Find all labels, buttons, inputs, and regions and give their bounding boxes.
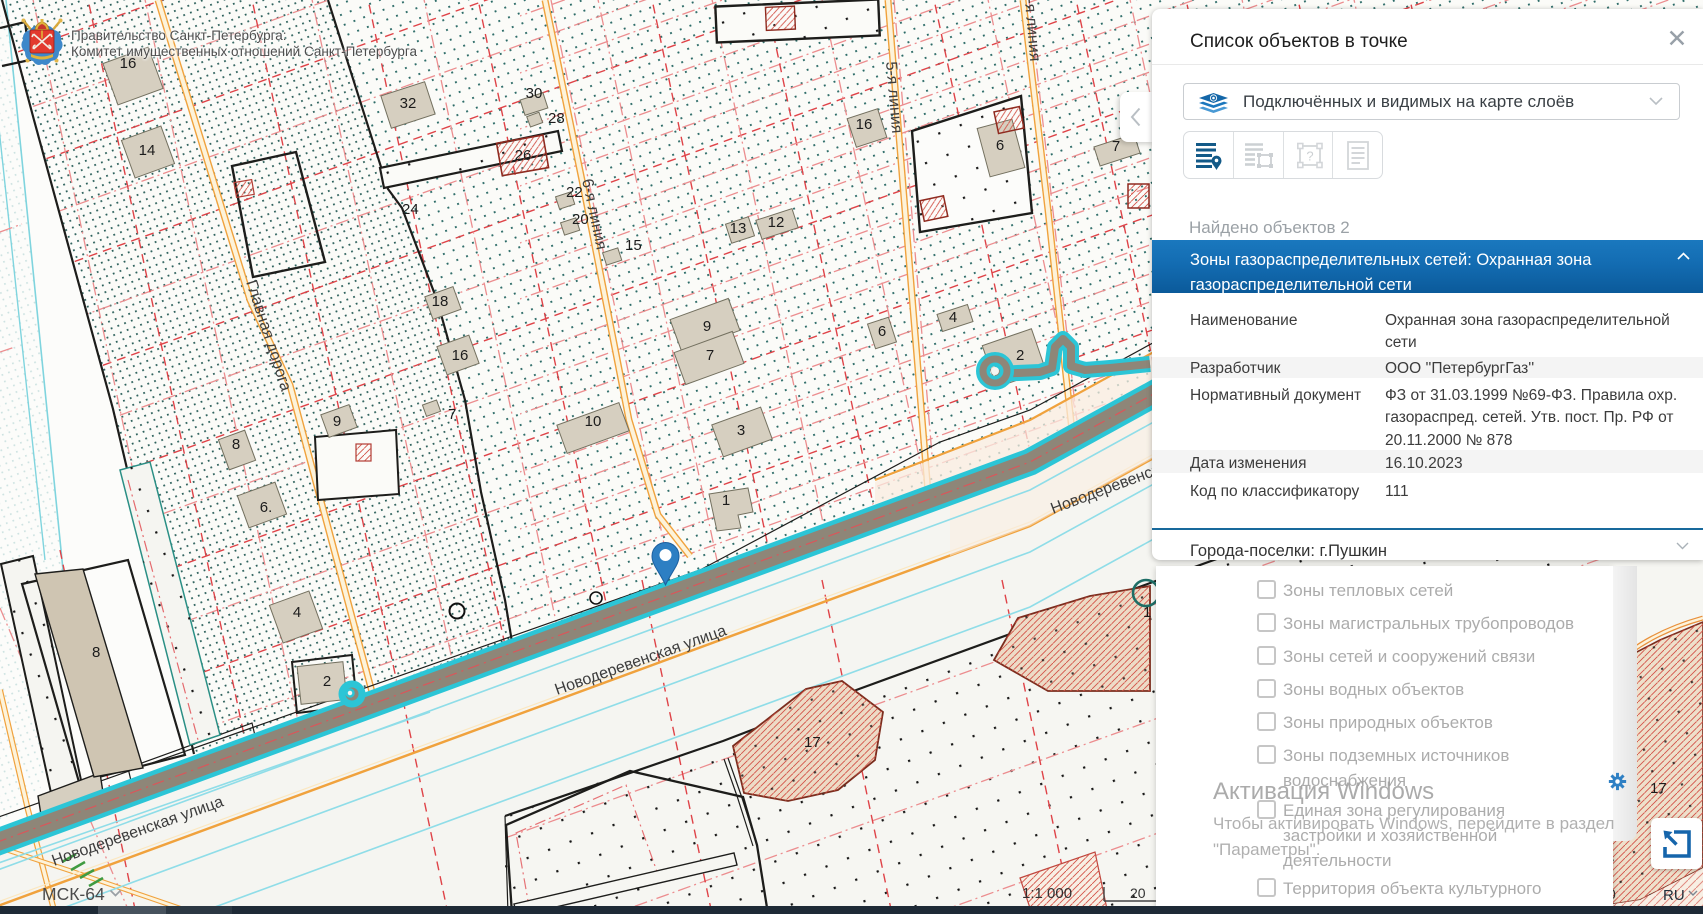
svg-text:16: 16 xyxy=(452,347,469,364)
svg-text:2: 2 xyxy=(1016,347,1024,364)
svg-text:6.: 6. xyxy=(260,499,273,516)
svg-text:30: 30 xyxy=(526,85,543,102)
svg-text:?: ? xyxy=(1306,149,1313,164)
svg-text:14: 14 xyxy=(139,142,156,159)
svg-text:6: 6 xyxy=(878,323,886,340)
svg-text:4: 4 xyxy=(949,309,957,326)
svg-text:32: 32 xyxy=(400,95,417,112)
svg-text:7: 7 xyxy=(448,406,456,423)
svg-text:15: 15 xyxy=(625,237,642,254)
svg-text:24: 24 xyxy=(402,201,419,218)
svg-text:9: 9 xyxy=(703,318,711,335)
svg-text:17: 17 xyxy=(1650,780,1667,797)
svg-text:4: 4 xyxy=(293,604,301,621)
svg-text:3: 3 xyxy=(737,422,745,439)
svg-text:1: 1 xyxy=(1143,604,1151,621)
svg-text:18: 18 xyxy=(432,293,449,310)
svg-text:16: 16 xyxy=(856,116,873,133)
svg-text:13: 13 xyxy=(730,220,747,237)
svg-text:28: 28 xyxy=(548,110,565,127)
svg-text:6: 6 xyxy=(996,137,1004,154)
svg-text:8: 8 xyxy=(92,644,100,661)
svg-text:12: 12 xyxy=(768,214,785,231)
svg-text:8: 8 xyxy=(232,436,240,453)
svg-text:7: 7 xyxy=(706,347,714,364)
svg-text:10: 10 xyxy=(585,413,602,430)
svg-text:7: 7 xyxy=(1112,138,1120,155)
svg-text:2: 2 xyxy=(323,673,331,690)
svg-text:17: 17 xyxy=(804,734,821,751)
svg-text:1: 1 xyxy=(722,492,730,509)
svg-text:26: 26 xyxy=(515,147,532,164)
svg-text:20: 20 xyxy=(1130,885,1146,901)
svg-text:9: 9 xyxy=(333,413,341,430)
